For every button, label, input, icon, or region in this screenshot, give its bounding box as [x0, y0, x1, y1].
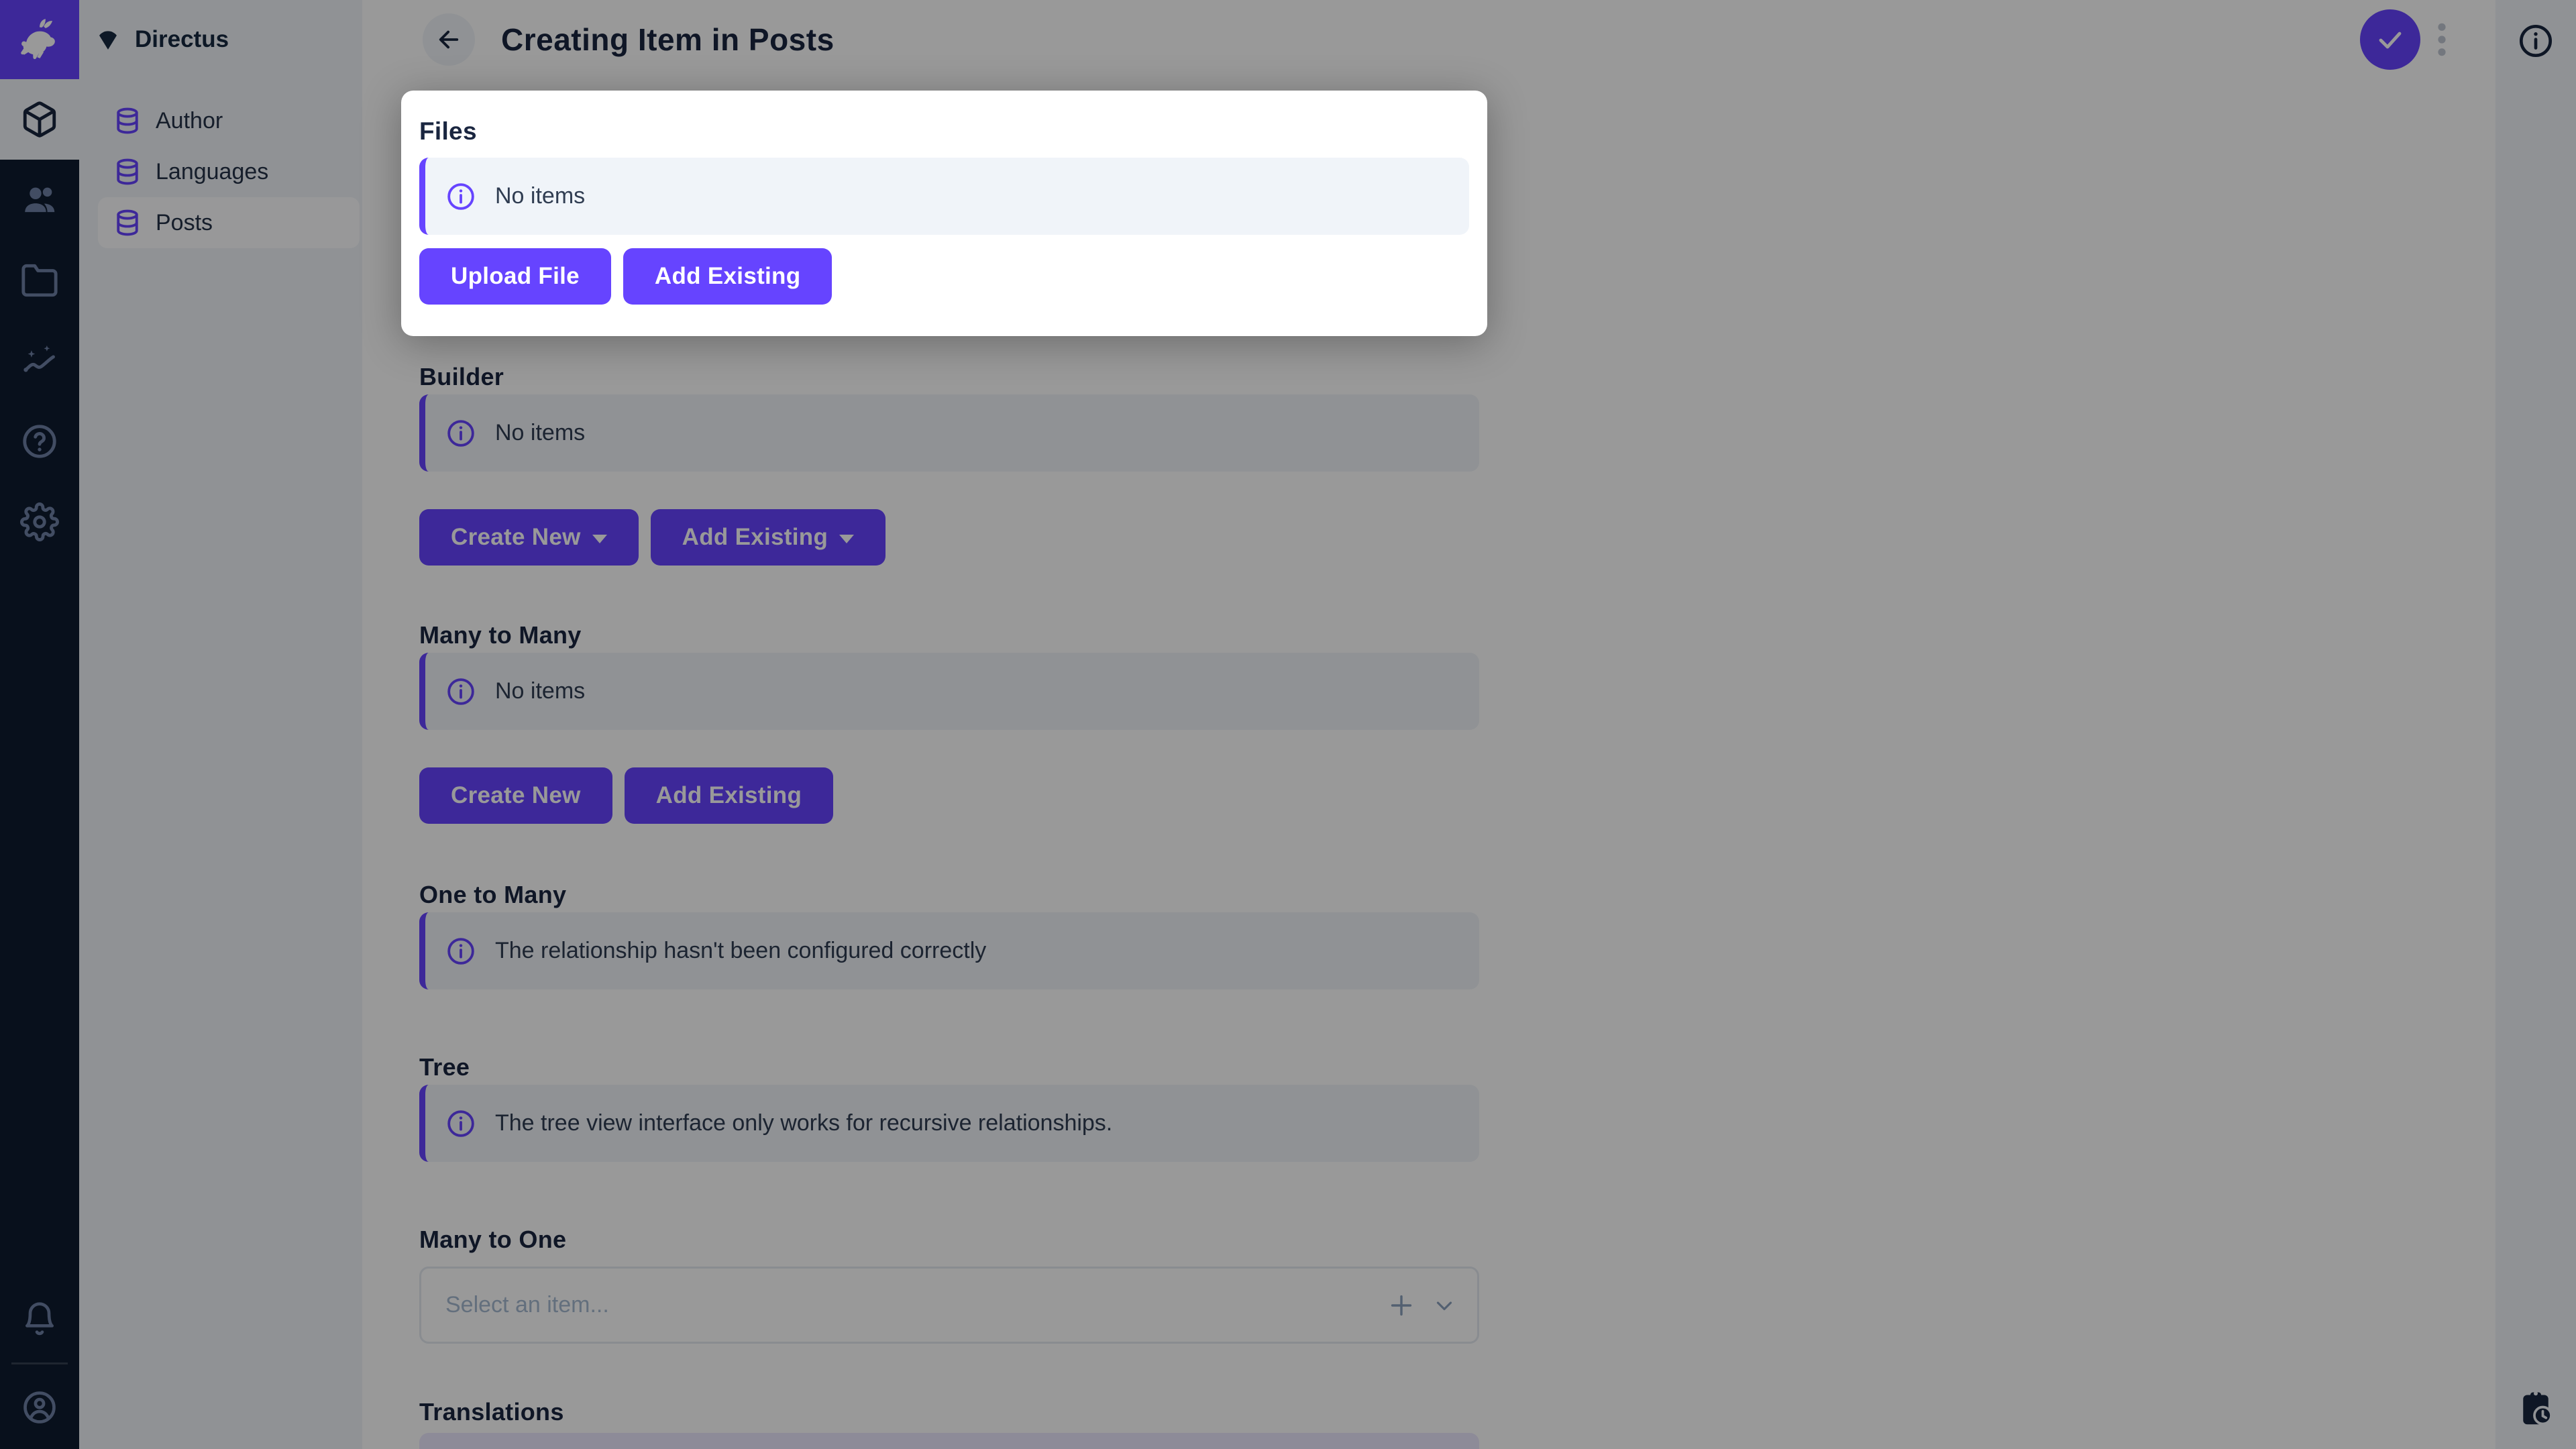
notice-text: No items	[495, 183, 586, 209]
files-field-card: Files No items Upload File Add Existing	[401, 91, 1487, 336]
info-circle-icon	[447, 182, 474, 210]
field-label: Files	[419, 117, 477, 145]
notice: No items	[419, 158, 1469, 235]
add-existing-button[interactable]: Add Existing	[623, 248, 833, 305]
upload-file-button[interactable]: Upload File	[419, 248, 611, 305]
